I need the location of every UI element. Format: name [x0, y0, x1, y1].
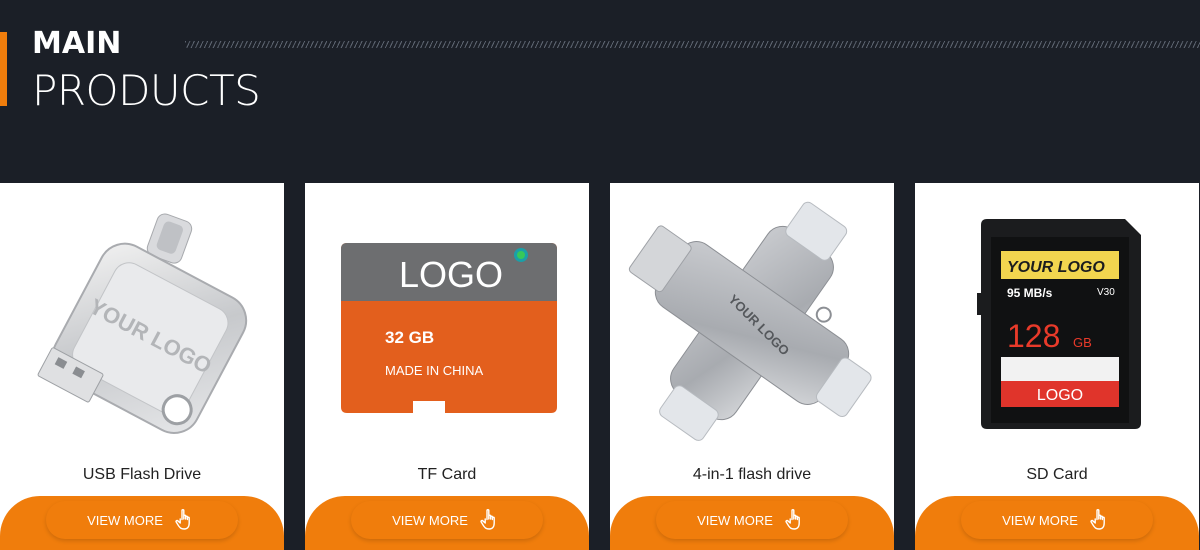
accent-bar — [0, 32, 7, 106]
product-card-4-in-1-flash-drive[interactable]: YOUR LOGO 4-in-1 flash drive VIEW MORE — [610, 183, 894, 550]
view-more-button[interactable]: VIEW MORE — [351, 501, 543, 539]
hand-pointer-icon — [1090, 509, 1105, 530]
view-more-label: VIEW MORE — [1002, 512, 1078, 528]
product-title: 4-in-1 flash drive — [692, 466, 812, 483]
product-title: USB Flash Drive — [82, 466, 202, 483]
4-in-1-flash-drive-image: YOUR LOGO — [628, 201, 872, 441]
section-title-main: MAIN — [32, 26, 122, 61]
hand-pointer-icon — [480, 509, 495, 530]
tf-origin-text: MADE IN CHINA — [385, 363, 484, 378]
product-card-tf-card[interactable]: LOGO 32 GB MADE IN CHINA TF Card VIEW MO… — [305, 183, 589, 550]
view-more-button[interactable]: VIEW MORE — [656, 501, 848, 539]
view-more-label: VIEW MORE — [392, 512, 468, 528]
usb-flash-drive-image: YOUR LOGO — [37, 213, 248, 434]
product-card-sd-card[interactable]: YOUR LOGO 95 MB/s V30 128 GB LOGO SD Car… — [915, 183, 1199, 550]
hand-pointer-icon — [175, 509, 190, 530]
section-title-products: PRODUCTS — [32, 66, 261, 115]
view-more-button[interactable]: VIEW MORE — [961, 501, 1153, 539]
hand-pointer-icon — [785, 509, 800, 530]
product-title: TF Card — [417, 466, 477, 483]
view-more-label: VIEW MORE — [697, 512, 773, 528]
product-card-usb-flash-drive[interactable]: YOUR LOGO USB Flash Drive VIEW MORE — [0, 183, 284, 550]
sd-brand-text: YOUR LOGO — [1007, 259, 1105, 276]
view-more-button[interactable]: VIEW MORE — [46, 501, 238, 539]
tf-capacity-text: 32 GB — [385, 328, 434, 347]
sd-class-text: V30 — [1097, 287, 1115, 298]
tf-logo-text: LOGO — [399, 254, 503, 295]
sd-capacity-unit: GB — [1073, 335, 1092, 350]
view-more-label: VIEW MORE — [87, 512, 163, 528]
sd-capacity-number: 128 — [1007, 318, 1060, 354]
sd-speed-text: 95 MB/s — [1007, 286, 1053, 300]
sd-card-image: YOUR LOGO 95 MB/s V30 128 GB LOGO — [977, 219, 1141, 429]
decorative-hatch-line — [185, 41, 1200, 48]
sd-bottom-logo: LOGO — [1037, 387, 1083, 404]
product-title: SD Card — [1026, 466, 1088, 483]
tf-card-image: LOGO 32 GB MADE IN CHINA — [341, 243, 557, 413]
